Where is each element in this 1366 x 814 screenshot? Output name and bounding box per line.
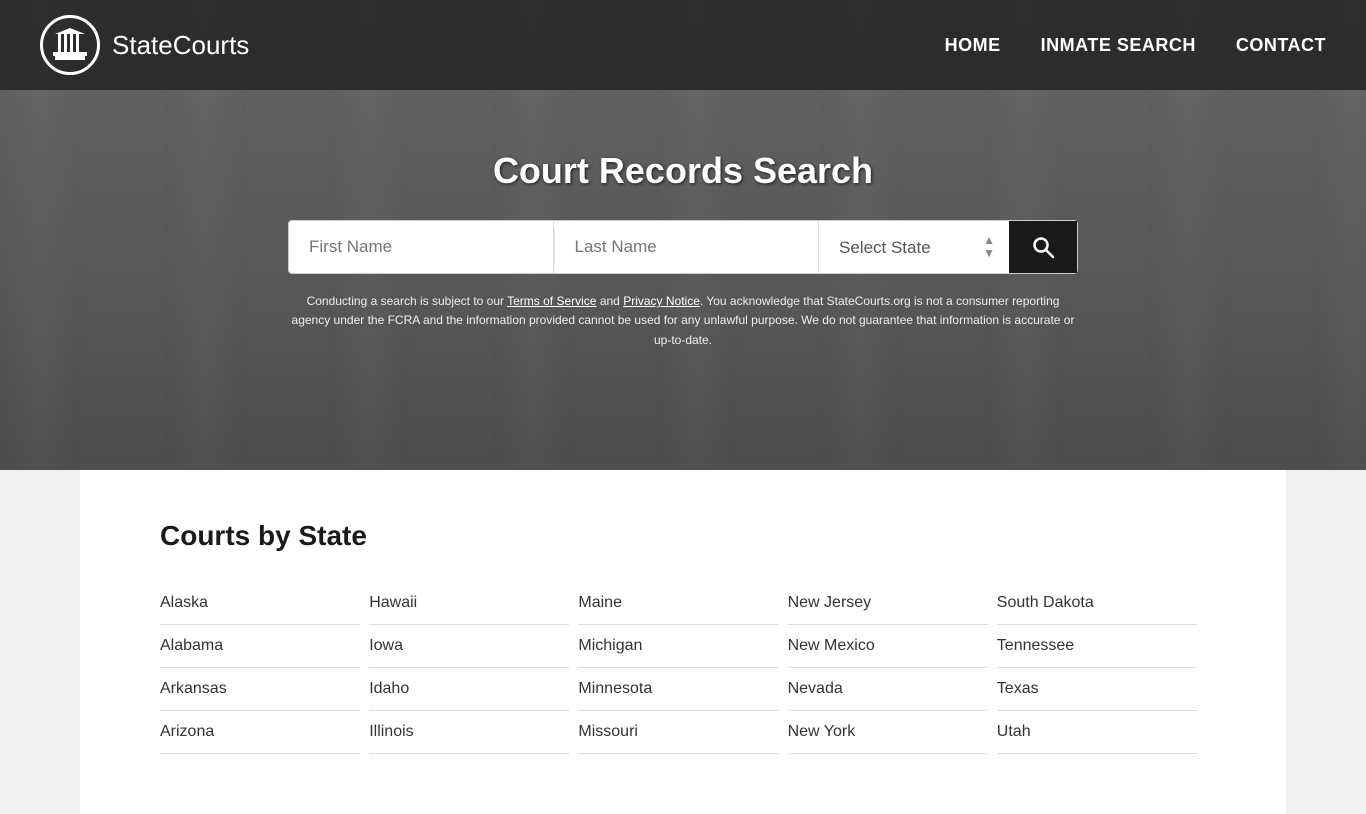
- state-link-new-york[interactable]: New York: [788, 711, 988, 754]
- states-grid: AlaskaAlabamaArkansasArizonaHawaiiIowaId…: [160, 582, 1206, 754]
- logo-area[interactable]: StateCourts: [40, 15, 945, 75]
- nav-inmate-search[interactable]: INMATE SEARCH: [1041, 35, 1196, 56]
- state-select[interactable]: Select StateAlabamaAlaskaArizonaArkansas…: [819, 222, 1009, 273]
- state-link-utah[interactable]: Utah: [997, 711, 1197, 754]
- first-name-input[interactable]: [289, 221, 554, 273]
- state-link-texas[interactable]: Texas: [997, 668, 1197, 711]
- privacy-link[interactable]: Privacy Notice: [623, 294, 700, 308]
- state-link-maine[interactable]: Maine: [578, 582, 778, 625]
- state-column-4: South DakotaTennesseeTexasUtah: [997, 582, 1206, 754]
- hero-content: Court Records Search Select StateAlabama…: [0, 120, 1366, 350]
- state-select-wrapper: Select StateAlabamaAlaskaArizonaArkansas…: [818, 221, 1009, 273]
- main-nav: HOME INMATE SEARCH CONTACT: [945, 35, 1326, 56]
- state-link-alaska[interactable]: Alaska: [160, 582, 360, 625]
- tos-link[interactable]: Terms of Service: [507, 294, 596, 308]
- site-header: StateCourts HOME INMATE SEARCH CONTACT: [0, 0, 1366, 90]
- state-link-south-dakota[interactable]: South Dakota: [997, 582, 1197, 625]
- state-column-1: HawaiiIowaIdahoIllinois: [369, 582, 578, 754]
- logo-text: StateCourts: [112, 30, 249, 61]
- hero-title: Court Records Search: [493, 150, 873, 192]
- last-name-input[interactable]: [555, 221, 819, 273]
- nav-contact[interactable]: CONTACT: [1236, 35, 1326, 56]
- state-column-3: New JerseyNew MexicoNevadaNew York: [788, 582, 997, 754]
- search-bar: Select StateAlabamaAlaskaArizonaArkansas…: [288, 220, 1078, 274]
- state-link-minnesota[interactable]: Minnesota: [578, 668, 778, 711]
- nav-home[interactable]: HOME: [945, 35, 1001, 56]
- state-link-arizona[interactable]: Arizona: [160, 711, 360, 754]
- state-link-illinois[interactable]: Illinois: [369, 711, 569, 754]
- state-link-alabama[interactable]: Alabama: [160, 625, 360, 668]
- state-link-michigan[interactable]: Michigan: [578, 625, 778, 668]
- search-button[interactable]: [1009, 221, 1077, 273]
- courts-by-state-title: Courts by State: [160, 520, 1206, 552]
- main-content: Courts by State AlaskaAlabamaArkansasAri…: [80, 470, 1286, 814]
- search-icon: [1031, 235, 1055, 259]
- state-column-0: AlaskaAlabamaArkansasArizona: [160, 582, 369, 754]
- hero-disclaimer: Conducting a search is subject to our Te…: [288, 292, 1078, 350]
- state-link-idaho[interactable]: Idaho: [369, 668, 569, 711]
- state-link-hawaii[interactable]: Hawaii: [369, 582, 569, 625]
- logo-icon: [40, 15, 100, 75]
- state-link-tennessee[interactable]: Tennessee: [997, 625, 1197, 668]
- state-link-arkansas[interactable]: Arkansas: [160, 668, 360, 711]
- state-column-2: MaineMichiganMinnesotaMissouri: [578, 582, 787, 754]
- state-link-missouri[interactable]: Missouri: [578, 711, 778, 754]
- state-link-nevada[interactable]: Nevada: [788, 668, 988, 711]
- state-link-new-mexico[interactable]: New Mexico: [788, 625, 988, 668]
- state-link-new-jersey[interactable]: New Jersey: [788, 582, 988, 625]
- state-link-iowa[interactable]: Iowa: [369, 625, 569, 668]
